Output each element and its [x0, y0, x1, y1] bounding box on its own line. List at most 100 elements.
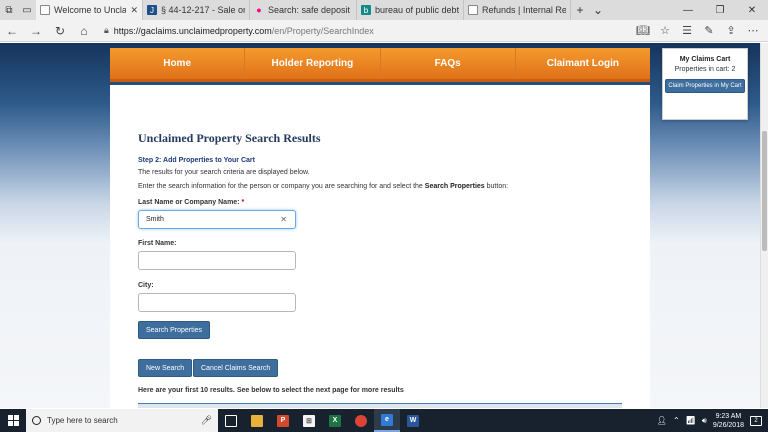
windows-logo-icon	[7, 415, 19, 426]
scroll-thumb[interactable]	[762, 131, 767, 251]
claims-cart-panel: My Claims Cart Properties in cart: 2 Cla…	[662, 48, 748, 120]
tab-title: Welcome to Unclaimed	[54, 5, 127, 15]
tab-title: Refunds | Internal Revenue	[482, 5, 566, 15]
nav-home[interactable]: Home	[110, 48, 246, 79]
tab-preview-icon[interactable]: ▭	[18, 0, 36, 20]
cart-count: Properties in cart: 2	[674, 66, 736, 73]
tab-title: bureau of public debt fairfa	[375, 5, 459, 15]
start-button[interactable]	[0, 409, 26, 432]
browser-tab[interactable]: ● Search: safe deposit box | Fl	[250, 0, 357, 20]
tab-actions-icon[interactable]: ⧉	[0, 0, 18, 20]
last-name-input[interactable]: Smith ✕	[138, 210, 296, 229]
search-instructions: Enter the search information for the per…	[138, 183, 508, 190]
home-icon[interactable]: ⌂	[72, 24, 96, 38]
nav-faqs[interactable]: FAQs	[381, 48, 516, 79]
site-nav: Home Holder Reporting FAQs Claimant Logi…	[110, 48, 650, 82]
justia-icon: J	[147, 5, 157, 15]
back-icon[interactable]: ←	[0, 24, 24, 38]
first-name-label: First Name:	[138, 240, 177, 247]
results-description: The results for your search criteria are…	[138, 169, 310, 176]
minimize-icon[interactable]: —	[672, 0, 704, 20]
claim-properties-button[interactable]: Claim Properties in My Cart	[665, 79, 745, 93]
last-name-label-text: Last Name or Company Name:	[138, 199, 240, 206]
taskbar-search[interactable]: Type here to search 🎤︎	[26, 409, 218, 432]
excel-icon[interactable]: X	[322, 409, 348, 432]
clear-icon[interactable]: ✕	[280, 215, 287, 224]
close-window-icon[interactable]: ✕	[736, 0, 768, 20]
chevron-down-icon[interactable]: ⌄	[589, 0, 607, 20]
step-title: Step 2: Add Properties to Your Cart	[138, 157, 255, 164]
people-icon[interactable]: 👤︎	[657, 416, 667, 425]
tab-title: § 44-12-217 - Sale or destn	[161, 5, 245, 15]
system-tray: 👤︎ ⌃ 📶︎ 🔊︎ 9:23 AM 9/26/2018 2	[657, 412, 768, 430]
chrome-icon[interactable]	[348, 409, 374, 432]
favorites-hub-icon[interactable]: ☰	[678, 24, 696, 37]
lock-icon: 🔒︎	[104, 25, 109, 35]
network-icon[interactable]: 📶︎	[686, 416, 696, 425]
browser-tab[interactable]: J § 44-12-217 - Sale or destn	[143, 0, 250, 20]
browser-tab[interactable]: Welcome to Unclaimed ✕	[36, 0, 143, 20]
close-icon[interactable]: ✕	[130, 5, 138, 16]
task-view-icon[interactable]	[218, 409, 244, 432]
address-bar: ← → ↻ ⌂ 🔒︎ https://gaclaims.unclaimedpro…	[0, 20, 768, 42]
nav-claimant-login[interactable]: Claimant Login	[516, 48, 650, 79]
taskbar-search-placeholder: Type here to search	[47, 416, 118, 425]
page-icon	[40, 5, 50, 15]
clock-date: 9/26/2018	[712, 421, 744, 429]
edge-icon[interactable]: e	[374, 409, 400, 432]
city-label: City:	[138, 282, 154, 289]
instruction-prefix: Enter the search information for the per…	[138, 183, 425, 190]
microphone-icon[interactable]: 🎤︎	[201, 415, 212, 426]
more-icon[interactable]: ⋯	[744, 24, 762, 37]
browser-tab[interactable]: b bureau of public debt fairfa	[357, 0, 464, 20]
windows-taskbar: Type here to search 🎤︎ P ⊞ X e W 👤︎ ⌃ 📶︎…	[0, 409, 768, 432]
search-properties-button[interactable]: Search Properties	[138, 321, 211, 339]
reading-view-icon[interactable]: 📖︎	[634, 24, 652, 37]
page-icon	[468, 5, 478, 15]
results-note: Here are your first 10 results. See belo…	[138, 387, 404, 394]
notification-count: 2	[754, 417, 758, 424]
page-scrollbar[interactable]	[760, 43, 768, 408]
share-icon[interactable]: ⇪	[722, 24, 740, 37]
instruction-bold: Search Properties	[424, 183, 485, 190]
word-icon[interactable]: W	[400, 409, 426, 432]
notes-pen-icon[interactable]: ✎	[700, 24, 718, 37]
browser-tab[interactable]: Refunds | Internal Revenue	[464, 0, 571, 20]
tab-title: Search: safe deposit box | Fl	[268, 5, 352, 15]
system-clock[interactable]: 9:23 AM 9/26/2018	[713, 412, 744, 430]
chevron-up-icon[interactable]: ⌃	[673, 416, 680, 425]
notification-icon[interactable]: 2	[750, 415, 762, 426]
clock-time: 9:23 AM	[715, 412, 742, 420]
last-name-label: Last Name or Company Name: *	[138, 199, 244, 206]
page-viewport: Home Holder Reporting FAQs Claimant Logi…	[0, 43, 760, 408]
cart-title: My Claims Cart	[679, 56, 731, 63]
new-tab-icon[interactable]: +	[571, 0, 589, 20]
refresh-icon[interactable]: ↻	[48, 24, 72, 38]
required-mark: *	[241, 199, 245, 206]
main-content: Unclaimed Property Search Results Step 2…	[110, 85, 650, 408]
url-path: /en/Property/SearchIndex	[271, 25, 374, 36]
volume-icon[interactable]: 🔊︎	[702, 416, 707, 426]
browser-tab-strip: ⧉ ▭ Welcome to Unclaimed ✕ J § 44-12-217…	[0, 0, 768, 20]
flickr-icon: ●	[256, 5, 262, 15]
window-controls: — ❐ ✕	[672, 0, 768, 20]
cancel-claims-search-button[interactable]: Cancel Claims Search	[193, 359, 279, 377]
page-title: Unclaimed Property Search Results	[138, 131, 321, 145]
first-name-input[interactable]	[138, 251, 296, 270]
nav-holder-reporting[interactable]: Holder Reporting	[245, 48, 381, 79]
store-icon[interactable]: ⊞	[296, 409, 322, 432]
search-icon	[32, 416, 41, 425]
favorite-star-icon[interactable]: ☆	[656, 24, 674, 37]
file-explorer-icon[interactable]	[244, 409, 270, 432]
url-host: https://gaclaims.unclaimedproperty.com	[113, 25, 272, 36]
last-name-value: Smith	[146, 216, 164, 223]
city-input[interactable]	[138, 293, 296, 312]
bing-icon: b	[361, 5, 371, 15]
new-search-button[interactable]: New Search	[138, 359, 193, 377]
url-field[interactable]: 🔒︎ https://gaclaims.unclaimedproperty.co…	[96, 22, 634, 40]
powerpoint-icon[interactable]: P	[270, 409, 296, 432]
forward-icon[interactable]: →	[24, 24, 48, 38]
instruction-suffix: button:	[484, 183, 509, 190]
restore-icon[interactable]: ❐	[704, 0, 736, 20]
results-table-header	[138, 403, 622, 408]
